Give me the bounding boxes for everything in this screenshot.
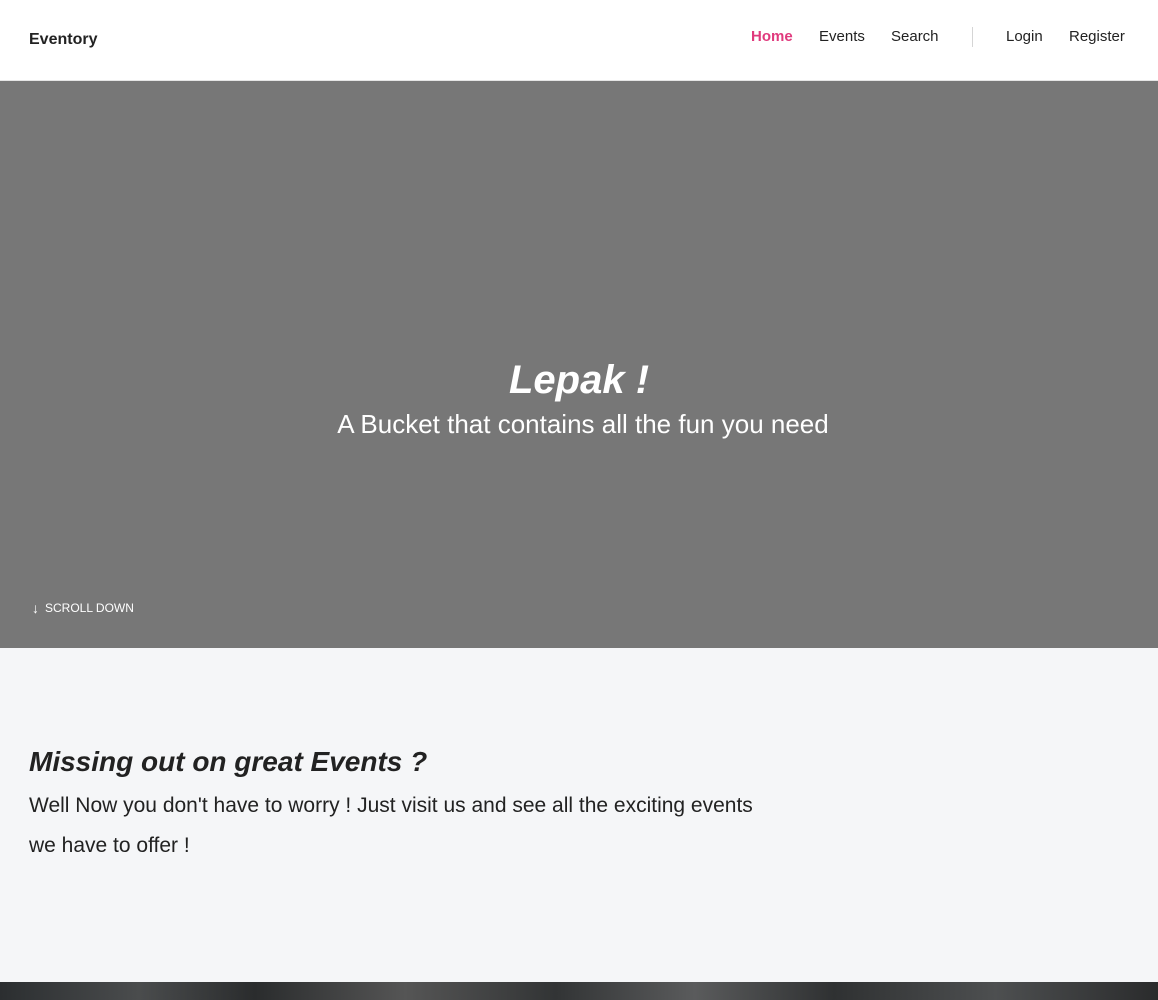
intro-body: Well Now you don't have to worry ! Just … [29, 794, 753, 857]
arrow-down-icon: ↓ [32, 600, 39, 616]
intro-section: Missing out on great Events ? Well Now y… [0, 648, 1158, 982]
intro-title: Missing out on great Events ? [29, 746, 428, 777]
nav-link-search[interactable]: Search [891, 28, 939, 46]
hero-banner: Lepak ! A Bucket that contains all the f… [0, 81, 1158, 648]
nav-link-home[interactable]: Home [751, 28, 793, 46]
next-section-image [0, 982, 1158, 1000]
scroll-down-label: SCROLL DOWN [45, 601, 134, 615]
hero-subtitle: A Bucket that contains all the fun you n… [337, 409, 829, 439]
register-link[interactable]: Register [1069, 28, 1125, 46]
nav-divider [972, 27, 973, 47]
nav-link-events[interactable]: Events [819, 28, 865, 46]
login-link[interactable]: Login [1006, 28, 1043, 46]
top-navbar: Eventory Home Events Search Login Regist… [0, 0, 1158, 81]
scroll-down-link[interactable]: ↓ SCROLL DOWN [32, 600, 134, 616]
hero-title: Lepak ! [508, 358, 650, 402]
brand-logo[interactable]: Eventory [29, 31, 97, 49]
